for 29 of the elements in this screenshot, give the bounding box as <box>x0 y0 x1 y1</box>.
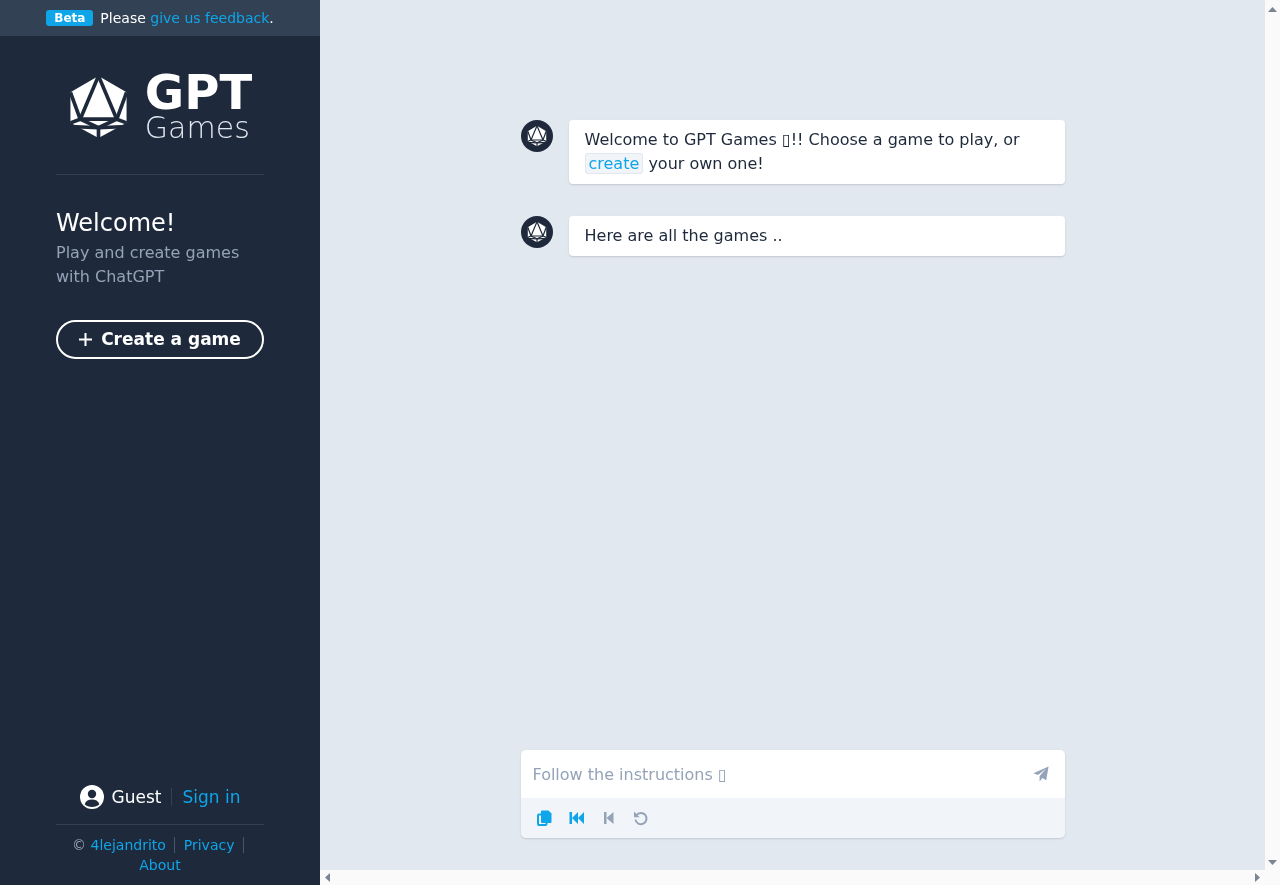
scroll-left-arrow-icon[interactable] <box>325 873 330 882</box>
welcome-text: Play and create games with ChatGPT <box>56 242 241 288</box>
sign-in-link[interactable]: Sign in <box>182 784 241 810</box>
footer-link[interactable]: 4lejandrito <box>90 837 166 853</box>
dice-avatar-icon <box>520 216 553 248</box>
welcome-heading: Welcome! <box>56 208 177 238</box>
footer-link[interactable]: Privacy <box>183 837 235 853</box>
feedback-link[interactable]: give us feedback <box>150 9 270 26</box>
message-bubble: Welcome to GPT Games ▯!! Choose a game to play, or create your own one! <box>568 120 1065 184</box>
user-avatar-icon <box>79 785 104 810</box>
scroll-up-arrow-icon[interactable] <box>1268 7 1277 12</box>
message-bubble: Here are all the games .. <box>568 216 1065 256</box>
scroll-right-arrow-icon[interactable] <box>1255 873 1260 882</box>
create-game-button[interactable]: Create a game <box>56 320 264 359</box>
scroll-down-arrow-icon[interactable] <box>1268 860 1277 865</box>
beta-badge: Beta <box>46 10 94 26</box>
horizontal-scrollbar[interactable] <box>320 870 1280 885</box>
vertical-scrollbar[interactable] <box>1265 0 1280 870</box>
user-name: Guest <box>111 785 162 809</box>
footer-link[interactable]: About <box>139 857 181 873</box>
d20-dice-icon <box>67 75 129 139</box>
send-button[interactable] <box>1032 766 1049 782</box>
logo-title: GPT <box>144 71 253 113</box>
dice-avatar-icon <box>520 120 553 152</box>
copyright-symbol: © <box>72 837 87 853</box>
paper-plane-icon <box>1032 766 1049 782</box>
banner-message: Please give us feedback. <box>100 8 274 28</box>
plus-icon <box>79 333 93 346</box>
logo-subtitle: Games <box>144 113 251 143</box>
